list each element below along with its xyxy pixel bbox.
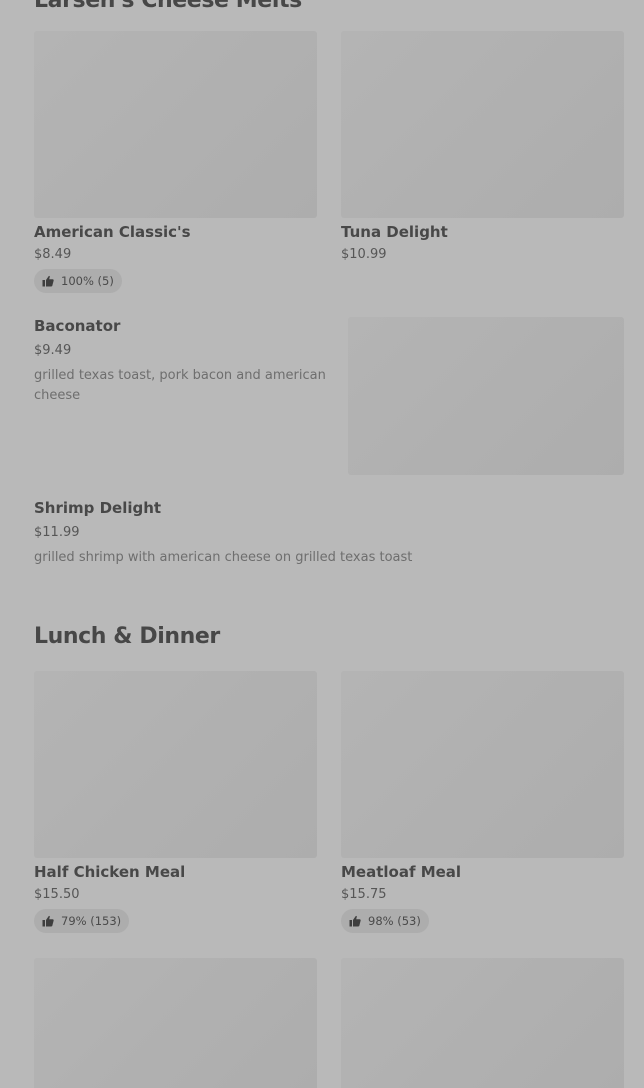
item-price: $10.99 xyxy=(341,247,387,262)
item-image-placeholder[interactable] xyxy=(34,958,317,1088)
section-title-cheese-melts: Larsen's Cheese Melts xyxy=(34,0,302,13)
item-image-placeholder[interactable] xyxy=(341,671,624,858)
item-price: $8.49 xyxy=(34,247,72,262)
item-name: Shrimp Delight xyxy=(34,499,162,517)
thumbs-up-icon xyxy=(42,915,54,927)
item-name: Meatloaf Meal xyxy=(341,863,462,881)
item-description: grilled texas toast, pork bacon and amer… xyxy=(34,368,326,403)
thumbs-up-icon xyxy=(42,275,54,287)
item-image-placeholder[interactable] xyxy=(341,31,624,218)
item-price: $9.49 xyxy=(34,343,72,358)
item-name: Half Chicken Meal xyxy=(34,863,186,881)
item-image-placeholder[interactable] xyxy=(34,671,317,858)
item-price: $15.75 xyxy=(341,887,387,902)
rating-text: 79% (153) xyxy=(61,914,122,928)
rating-text: 98% (53) xyxy=(368,914,421,928)
item-description: grilled shrimp with american cheese on g… xyxy=(34,550,413,565)
item-price: $11.99 xyxy=(34,525,80,540)
item-name: American Classic's xyxy=(34,223,191,241)
item-image-placeholder[interactable] xyxy=(348,317,624,475)
item-price: $15.50 xyxy=(34,887,80,902)
item-image-placeholder[interactable] xyxy=(34,31,317,218)
rating-badge: 79% (153) xyxy=(34,909,130,933)
item-image-placeholder[interactable] xyxy=(341,958,624,1088)
thumbs-up-icon xyxy=(349,915,361,927)
item-name: Baconator xyxy=(34,317,121,335)
item-name: Tuna Delight xyxy=(341,223,448,241)
rating-badge: 98% (53) xyxy=(341,909,429,933)
rating-text: 100% (5) xyxy=(61,274,114,288)
section-title-lunch-dinner: Lunch & Dinner xyxy=(34,624,220,649)
rating-badge: 100% (5) xyxy=(34,269,122,293)
